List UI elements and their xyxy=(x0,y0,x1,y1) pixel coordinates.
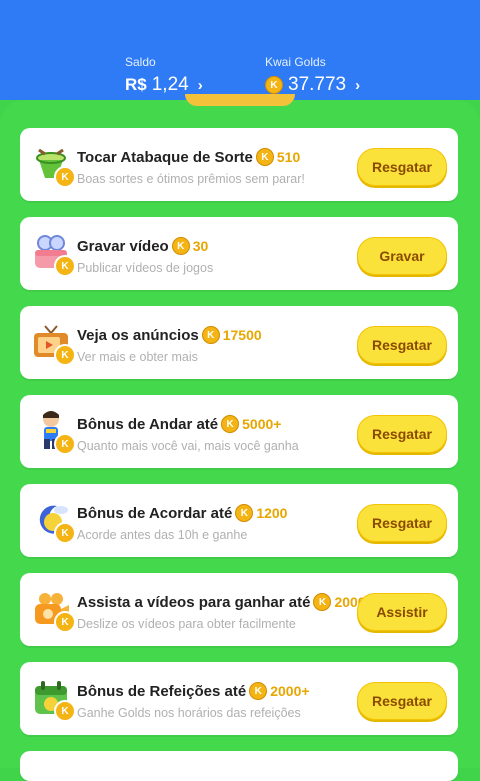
task-title-row: Gravar vídeo K 30 xyxy=(77,237,208,255)
gold-coin-icon: K xyxy=(235,504,254,522)
task-title: Bônus de Andar até xyxy=(77,415,219,433)
task-reward: 30 xyxy=(192,238,209,254)
wake-up-moon-icon: K xyxy=(30,498,76,544)
coin-badge-icon: K xyxy=(54,255,76,277)
task-subtitle: Quanto mais você vai, mais você ganha xyxy=(77,439,299,453)
chevron-right-icon[interactable]: › xyxy=(198,77,203,94)
resgatar-button[interactable]: Resgatar xyxy=(357,148,447,186)
task-title: Tocar Atabaque de Sorte xyxy=(77,148,253,166)
resgatar-button[interactable]: Resgatar xyxy=(357,326,447,364)
walking-boy-icon: K xyxy=(30,409,76,455)
task-title: Gravar vídeo xyxy=(77,237,169,255)
coin-badge-icon: K xyxy=(54,700,76,722)
task-title-row: Bônus de Acordar até K 1200 xyxy=(77,504,287,522)
golds-label: Kwai Golds xyxy=(265,55,326,69)
task-card: K Bônus de Andar até K 5000+ Quanto mais… xyxy=(20,395,458,468)
task-subtitle: Ganhe Golds nos horários das refeições xyxy=(77,706,301,720)
task-card-partial xyxy=(20,751,458,781)
task-title-row: Assista a vídeos para ganhar até K 2000 xyxy=(77,593,366,611)
gold-coin-icon: K xyxy=(255,148,274,166)
task-title-row: Bônus de Refeições até K 2000+ xyxy=(77,682,310,700)
task-reward: 510 xyxy=(276,149,301,165)
task-card: K Gravar vídeo K 30 Publicar vídeos de j… xyxy=(20,217,458,290)
task-card: K Bônus de Acordar até K 1200 Acorde ant… xyxy=(20,484,458,557)
meal-calendar-icon: K xyxy=(30,676,76,722)
balance-stat[interactable]: Saldo R$ 1,24 › xyxy=(125,55,203,96)
gold-coin-icon: K xyxy=(171,237,190,255)
camera-icon: K xyxy=(30,587,76,633)
task-title: Bônus de Refeições até xyxy=(77,682,247,700)
task-subtitle: Ver mais e obter mais xyxy=(77,350,198,364)
coin-badge-icon: K xyxy=(54,522,76,544)
gold-coin-icon: K xyxy=(249,682,268,700)
golds-stat[interactable]: Kwai Golds K 37.773 › xyxy=(265,55,360,96)
panel-decoration xyxy=(185,94,295,106)
task-card: K Bônus de Refeições até K 2000+ Ganhe G… xyxy=(20,662,458,735)
chevron-right-icon[interactable]: › xyxy=(355,77,360,94)
gold-coin-icon: K xyxy=(313,593,332,611)
drum-icon: K xyxy=(30,142,76,188)
resgatar-button[interactable]: Resgatar xyxy=(357,682,447,720)
gold-coin-icon: K xyxy=(265,76,283,94)
golds-value: 37.773 xyxy=(288,74,347,95)
task-title-row: Veja os anúncios K 17500 xyxy=(77,326,262,344)
task-title-row: Bônus de Andar até K 5000+ xyxy=(77,415,281,433)
task-reward: 1200 xyxy=(256,505,288,521)
task-card: K Tocar Atabaque de Sorte K 510 Boas sor… xyxy=(20,128,458,201)
task-subtitle: Boas sortes e ótimos prêmios sem parar! xyxy=(77,172,305,186)
balance-value: 1,24 xyxy=(151,74,189,95)
task-reward: 2000+ xyxy=(270,683,310,699)
currency-symbol: R$ xyxy=(125,75,147,94)
gold-coin-icon: K xyxy=(221,415,240,433)
resgatar-button[interactable]: Resgatar xyxy=(357,504,447,542)
task-subtitle: Deslize os vídeos para obter facilmente xyxy=(77,617,296,631)
gravar-button[interactable]: Gravar xyxy=(357,237,447,275)
task-card: K Veja os anúncios K 17500 Ver mais e ob… xyxy=(20,306,458,379)
task-subtitle: Publicar vídeos de jogos xyxy=(77,261,214,275)
task-subtitle: Acorde antes das 10h e ganhe xyxy=(77,528,248,542)
task-reward: 5000+ xyxy=(242,416,282,432)
task-card: K Assista a vídeos para ganhar até K 200… xyxy=(20,573,458,646)
task-reward: 17500 xyxy=(222,327,262,343)
resgatar-button[interactable]: Resgatar xyxy=(357,415,447,453)
task-title: Assista a vídeos para ganhar até xyxy=(77,593,311,611)
tv-icon: K xyxy=(30,320,76,366)
coin-badge-icon: K xyxy=(54,611,76,633)
assistir-button[interactable]: Assistir xyxy=(357,593,447,631)
gold-coin-icon: K xyxy=(201,326,220,344)
header-bar: Saldo R$ 1,24 › Kwai Golds K 37.773 › xyxy=(0,0,480,100)
coin-badge-icon: K xyxy=(54,433,76,455)
task-title: Bônus de Acordar até xyxy=(77,504,233,522)
balance-label: Saldo xyxy=(125,55,156,69)
task-title: Veja os anúncios xyxy=(77,326,199,344)
video-record-icon: K xyxy=(30,231,76,277)
task-title-row: Tocar Atabaque de Sorte K 510 xyxy=(77,148,300,166)
coin-badge-icon: K xyxy=(54,344,76,366)
coin-badge-icon: K xyxy=(54,166,76,188)
